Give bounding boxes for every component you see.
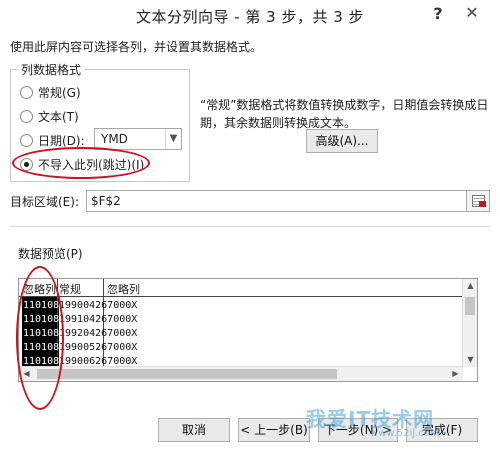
scroll-right-icon[interactable]: ▶ [448,367,463,381]
target-range-label: 目标区域(E): [10,195,79,209]
preview-horizontal-scrollbar[interactable]: ◀ ▶ [19,366,463,381]
scroll-up-icon[interactable]: ▲ [463,279,477,293]
watermark-url: www.52ij.com [370,428,440,439]
help-button[interactable]: ? [428,2,448,26]
scroll-thumb[interactable] [465,297,475,315]
chevron-down-icon[interactable]: ▼ [165,129,181,149]
title-bar: 文本分列向导 - 第 3 步，共 3 步 ? ✕ [0,0,500,32]
back-button[interactable]: < 上一步(B) [238,418,310,442]
date-format-value: YMD [101,132,128,146]
preview-cell: 199204267000X [59,328,138,339]
close-button[interactable]: ✕ [452,2,492,24]
collapse-dialog-button[interactable] [466,190,490,212]
column-format-legend: 列数据格式 [18,61,85,78]
radio-date-circle[interactable] [20,134,33,147]
radio-general[interactable]: 常规(G) [20,84,81,101]
radio-general-circle[interactable] [20,86,33,99]
preview-cell: 199104267000X [59,314,138,325]
text-split-wizard-dialog: 文本分列向导 - 第 3 步，共 3 步 ? ✕ 使用此屏内容可选择各列，并设置… [0,0,500,456]
preview-cell: 199005267000X [59,342,138,353]
scroll-thumb[interactable] [37,369,337,379]
preview-header-col2[interactable]: 常规 [59,281,81,297]
target-range-input[interactable]: $F$2 [86,190,470,212]
radio-text-label: 文本(T) [38,110,79,124]
radio-text[interactable]: 文本(T) [20,108,79,125]
annotation-ellipse-skip [12,147,150,179]
advanced-button[interactable]: 高级(A)... [306,129,378,153]
preview-vertical-scrollbar[interactable]: ▲ ▼ [462,279,477,367]
preview-header-col3[interactable]: 忽略列 [107,281,140,297]
annotation-ellipse-column [16,266,64,410]
red-arrow-icon [479,201,486,207]
format-description: “常规”数据格式将数值转换成数字，日期值会转换成日期，其余数据则转换成文本。 [200,98,489,130]
separator [10,226,490,227]
data-preview-label: 数据预览(P) [18,247,83,261]
data-preview-box[interactable]: 忽略列 常规 忽略列 110108 199004267000X 110108 1… [18,278,478,382]
preview-cell: 199004267000X [59,300,138,311]
preview-header: 忽略列 常规 忽略列 [19,279,463,297]
date-format-select[interactable]: YMD ▼ [94,128,182,150]
cancel-button[interactable]: 取消 [158,418,230,442]
dialog-title: 文本分列向导 - 第 3 步，共 3 步 [135,8,365,26]
instruction-text: 使用此屏内容可选择各列，并设置其数据格式。 [10,40,263,54]
radio-general-label: 常规(G) [38,86,81,100]
scroll-down-icon[interactable]: ▼ [463,353,477,367]
radio-text-circle[interactable] [20,110,33,123]
